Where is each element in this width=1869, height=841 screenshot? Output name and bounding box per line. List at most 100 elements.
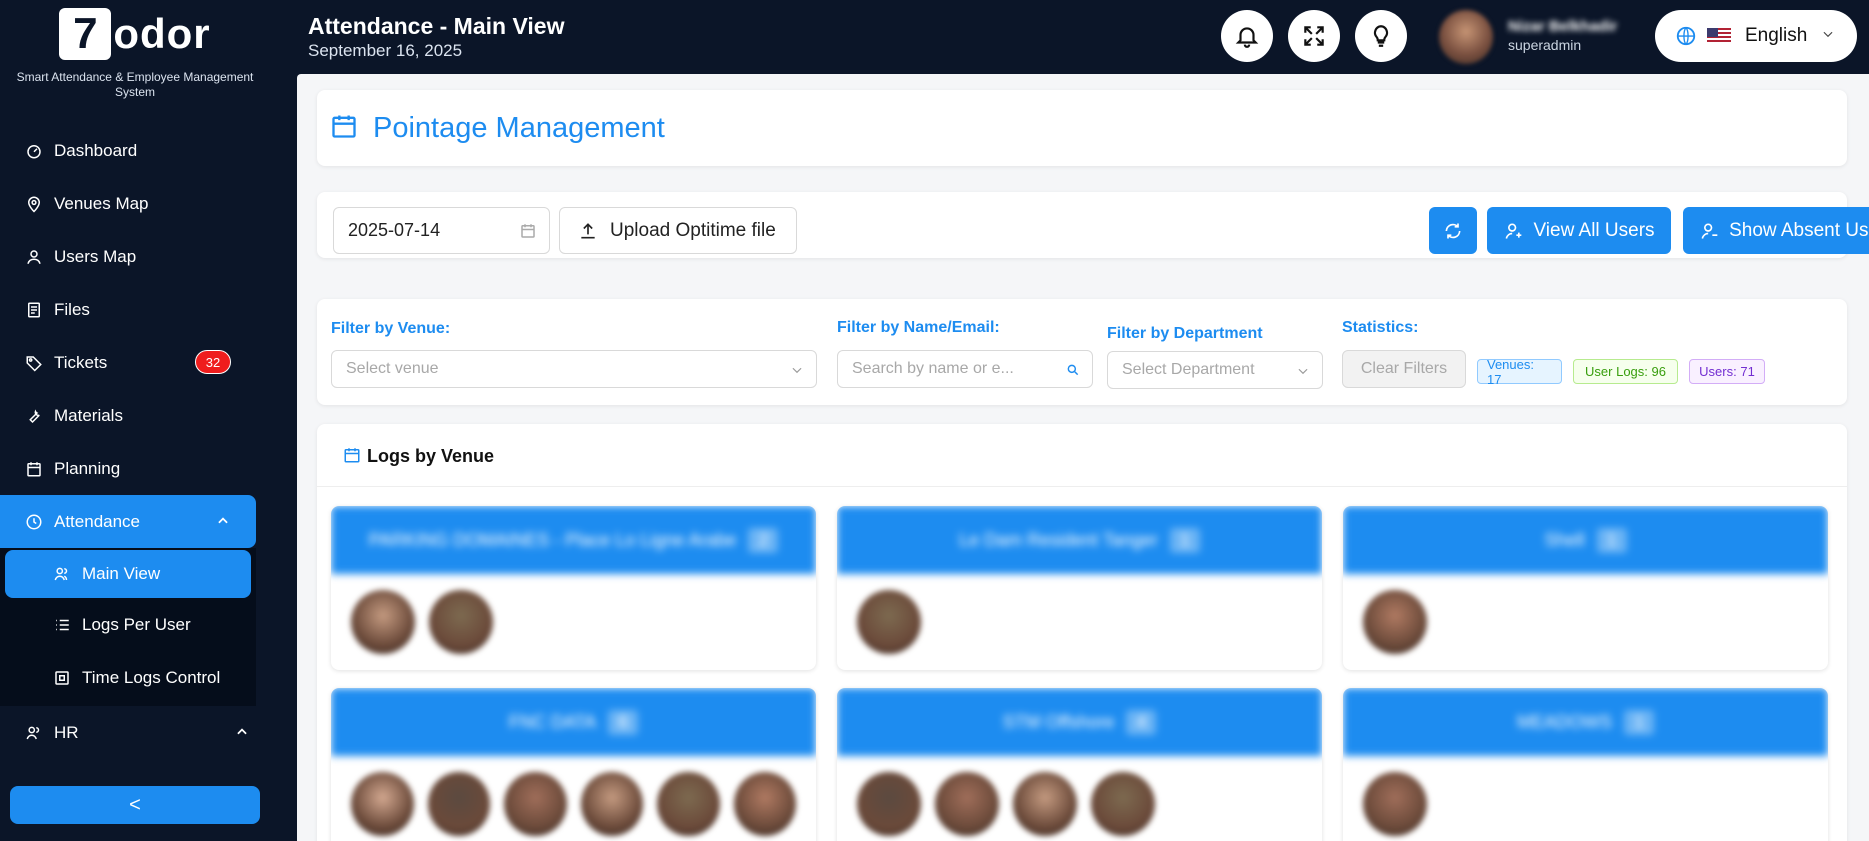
user-avatar[interactable] xyxy=(935,772,999,836)
sidebar-nav: Dashboard Venues Map Users Map Files Tic… xyxy=(0,124,279,759)
sidebar-subitem-main-view[interactable]: Main View xyxy=(5,550,251,598)
user-avatar[interactable] xyxy=(1439,10,1493,64)
user-avatar[interactable] xyxy=(733,772,796,836)
calendar-icon xyxy=(521,224,535,238)
user-avatar[interactable] xyxy=(857,772,921,836)
user-icon xyxy=(1701,223,1718,239)
tickets-count-badge: 32 xyxy=(195,350,231,374)
sidebar-item-label: Venues Map xyxy=(54,193,149,213)
user-icon xyxy=(24,247,44,267)
venue-count: 6 xyxy=(608,709,639,735)
user-avatar[interactable] xyxy=(1363,590,1427,654)
user-avatar[interactable] xyxy=(351,772,414,836)
grid-icon xyxy=(52,668,72,688)
venue-count: 1 xyxy=(1169,527,1200,553)
venue-count: 1 xyxy=(1624,709,1655,735)
date-picker[interactable]: 2025-07-14 xyxy=(333,207,550,254)
venue-name: Shell xyxy=(1544,529,1585,550)
venue-card[interactable]: STM Offshore 4 xyxy=(837,688,1322,841)
statistics-label: Statistics: xyxy=(1342,319,1419,336)
sidebar-subitem-time-logs-control[interactable]: Time Logs Control xyxy=(0,651,256,704)
view-all-users-label: View All Users xyxy=(1533,219,1655,241)
chevron-up-icon[interactable] xyxy=(216,513,230,533)
venue-card[interactable]: PARKING DOMAINES - Place Lo Ligne Arabe … xyxy=(331,506,816,670)
venue-users xyxy=(331,756,816,841)
language-label: English xyxy=(1745,25,1808,46)
venue-users xyxy=(331,574,816,670)
venue-select-placeholder: Select venue xyxy=(346,360,439,377)
list-icon xyxy=(52,615,72,635)
sidebar-item-attendance[interactable]: Attendance xyxy=(0,495,256,548)
user-avatar[interactable] xyxy=(857,590,921,654)
sidebar-item-label: Users Map xyxy=(54,246,137,266)
user-avatar[interactable] xyxy=(580,772,643,836)
logs-by-venue-card: Logs by Venue PARKING DOMAINES - Place L… xyxy=(317,424,1847,841)
user-avatar[interactable] xyxy=(1091,772,1155,836)
venue-card[interactable]: Le Dam Resident Tanger 1 xyxy=(837,506,1322,670)
user-avatar[interactable] xyxy=(351,590,415,654)
clear-filters-button[interactable]: Clear Filters xyxy=(1342,350,1466,388)
sidebar-item-hr[interactable]: HR xyxy=(0,706,279,759)
chevron-left-icon: < xyxy=(129,793,141,816)
venue-name: MEADOWS xyxy=(1516,711,1612,732)
bell-icon xyxy=(1235,27,1259,48)
sidebar-item-materials[interactable]: Materials xyxy=(0,389,279,442)
sidebar-item-dashboard[interactable]: Dashboard xyxy=(0,124,279,177)
notifications-button[interactable] xyxy=(1221,10,1273,62)
sidebar-item-files[interactable]: Files xyxy=(0,283,279,336)
sidebar-item-venues-map[interactable]: Venues Map xyxy=(0,177,279,230)
us-flag-icon xyxy=(1707,28,1731,44)
file-icon xyxy=(24,300,44,320)
show-absent-users-button[interactable]: Show Absent Users xyxy=(1683,207,1869,254)
fullscreen-icon xyxy=(1304,26,1324,46)
venue-card[interactable]: MEADOWS 1 xyxy=(1343,688,1828,841)
main-content: Pointage Management 2025-07-14 Upload Op… xyxy=(297,74,1869,841)
filter-name-label: Filter by Name/Email: xyxy=(837,319,1000,336)
section-title: Pointage Management xyxy=(373,112,665,144)
department-select-placeholder: Select Department xyxy=(1122,361,1255,378)
language-select[interactable]: English xyxy=(1655,10,1857,62)
brand-subtitle: Smart Attendance & Employee Management S… xyxy=(16,70,254,99)
user-avatar[interactable] xyxy=(504,772,567,836)
venue-card[interactable]: FNC DATA 6 xyxy=(331,688,816,841)
sidebar-item-label: Files xyxy=(54,299,90,319)
sidebar-subitem-label: Logs Per User xyxy=(82,614,191,634)
fullscreen-button[interactable] xyxy=(1288,10,1340,62)
venue-count: 1 xyxy=(1596,527,1627,553)
venue-select[interactable]: Select venue xyxy=(331,350,817,388)
stat-user-logs-tag: User Logs: 96 xyxy=(1573,359,1678,384)
chevron-down-icon xyxy=(1821,25,1835,47)
tips-button[interactable] xyxy=(1355,10,1407,62)
sidebar-item-users-map[interactable]: Users Map xyxy=(0,230,279,283)
user-avatar[interactable] xyxy=(429,590,493,654)
user-avatar[interactable] xyxy=(1363,772,1427,836)
calendar-icon xyxy=(344,448,360,463)
sidebar-subitem-logs-per-user[interactable]: Logs Per User xyxy=(0,598,256,651)
chevron-down-icon xyxy=(1298,368,1308,375)
venue-card[interactable]: Shell 1 xyxy=(1343,506,1828,670)
brand-logo[interactable]: 7 odor Smart Attendance & Employee Manag… xyxy=(0,8,270,100)
tag-icon xyxy=(24,353,44,373)
user-avatar[interactable] xyxy=(1013,772,1077,836)
view-all-users-button[interactable]: View All Users xyxy=(1487,207,1671,254)
sidebar-item-planning[interactable]: Planning xyxy=(0,442,279,495)
lightbulb-icon xyxy=(1373,25,1389,47)
user-avatar[interactable] xyxy=(657,772,720,836)
sidebar-item-tickets[interactable]: Tickets 32 xyxy=(0,336,279,389)
name-search-input[interactable]: Search by name or e... xyxy=(837,350,1093,388)
stat-users-tag: Users: 71 xyxy=(1689,359,1765,384)
venue-card-header: MEADOWS 1 xyxy=(1343,688,1828,756)
venue-users xyxy=(1343,756,1828,841)
chevron-up-icon[interactable] xyxy=(235,724,249,744)
map-pin-icon xyxy=(24,194,44,214)
collapse-sidebar-button[interactable]: < xyxy=(10,786,260,824)
upload-optitime-button[interactable]: Upload Optitime file xyxy=(559,207,797,254)
venue-card-header: STM Offshore 4 xyxy=(837,688,1322,756)
venue-card-header: Le Dam Resident Tanger 1 xyxy=(837,506,1322,574)
department-select[interactable]: Select Department xyxy=(1107,351,1323,389)
logs-header: Logs by Venue xyxy=(317,424,1847,487)
globe-icon xyxy=(1676,26,1696,46)
sidebar-item-label: Planning xyxy=(54,458,121,478)
refresh-button[interactable] xyxy=(1429,207,1477,254)
user-avatar[interactable] xyxy=(427,772,490,836)
